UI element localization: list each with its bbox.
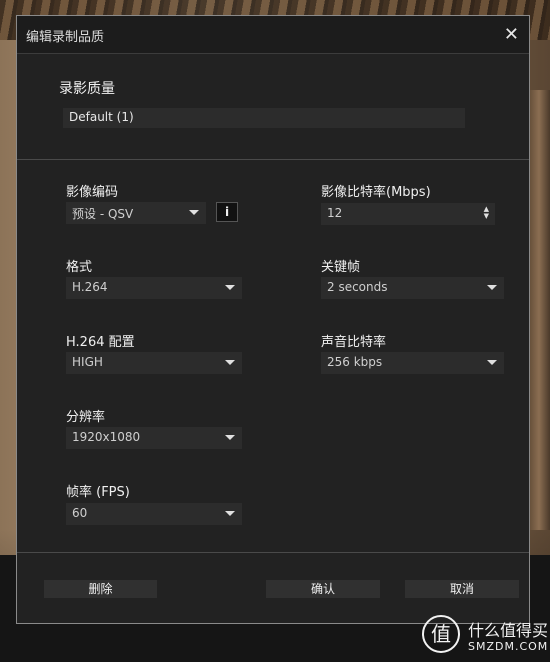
resolution-value: 1920x1080	[72, 430, 141, 444]
edit-recording-quality-dialog: 编辑录制品质 ✕ 录影质量 Default (1) 影像编码 预设 - QSV …	[16, 15, 530, 624]
resolution-select[interactable]: 1920x1080	[66, 427, 242, 449]
video-bitrate-input[interactable]: 12 ▲ ▼	[321, 203, 495, 225]
chevron-down-icon	[225, 285, 235, 290]
footer-divider	[17, 552, 529, 553]
dialog-titlebar: 编辑录制品质 ✕	[17, 16, 529, 54]
delete-button[interactable]: 删除	[44, 580, 157, 598]
chevron-down-icon	[225, 360, 235, 365]
recording-quality-title: 录影质量	[59, 81, 115, 97]
format-select[interactable]: H.264	[66, 277, 242, 299]
info-button[interactable]: i	[216, 202, 238, 222]
profile-select[interactable]: HIGH	[66, 352, 242, 374]
video-bitrate-label: 影像比特率(Mbps)	[321, 185, 431, 200]
audio-bitrate-label: 声音比特率	[321, 335, 387, 350]
background-wood-post	[528, 90, 550, 530]
close-icon[interactable]: ✕	[504, 24, 519, 45]
framerate-value: 60	[72, 506, 88, 520]
video-encoder-label: 影像编码	[66, 185, 119, 200]
keyframe-label: 关键帧	[321, 260, 361, 275]
chevron-down-icon	[225, 435, 235, 440]
cancel-button[interactable]: 取消	[405, 580, 519, 598]
framerate-label: 帧率 (FPS)	[66, 485, 130, 500]
profile-value: HIGH	[72, 355, 103, 369]
confirm-button[interactable]: 确认	[266, 580, 380, 598]
spinner-arrows-icon[interactable]: ▲ ▼	[484, 206, 489, 220]
profile-label: H.264 配置	[66, 335, 135, 350]
format-label: 格式	[66, 260, 93, 275]
chevron-down-icon	[225, 511, 235, 516]
video-bitrate-value: 12	[327, 206, 343, 220]
format-value: H.264	[72, 280, 108, 294]
chevron-down-icon	[487, 285, 497, 290]
keyframe-value: 2 seconds	[327, 280, 388, 294]
chevron-down-icon	[189, 210, 199, 215]
resolution-label: 分辨率	[66, 410, 106, 425]
audio-bitrate-value: 256 kbps	[327, 355, 383, 369]
keyframe-select[interactable]: 2 seconds	[321, 277, 504, 299]
video-encoder-select[interactable]: 预设 - QSV	[66, 202, 206, 224]
preset-name-input[interactable]: Default (1)	[63, 108, 465, 128]
section-divider	[17, 159, 529, 160]
chevron-down-icon	[487, 360, 497, 365]
framerate-select[interactable]: 60	[66, 503, 242, 525]
watermark-domain: SMZDM.COM	[468, 640, 549, 653]
watermark-logo-icon: 值	[422, 615, 460, 653]
video-encoder-value: 预设 - QSV	[72, 207, 134, 221]
dialog-title: 编辑录制品质	[26, 30, 105, 45]
watermark-text: 什么值得买	[468, 621, 549, 640]
audio-bitrate-select[interactable]: 256 kbps	[321, 352, 504, 374]
